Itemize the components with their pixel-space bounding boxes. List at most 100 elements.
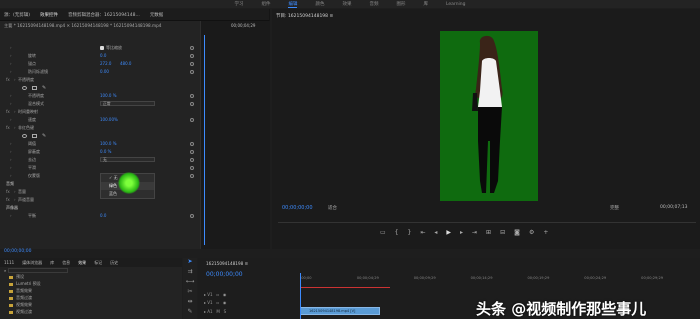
ellipse-mask-icon[interactable]	[22, 85, 27, 90]
expand-icon[interactable]: ›	[10, 165, 12, 170]
effect-param-value[interactable]: 100.0 %	[100, 93, 117, 98]
reset-param-icon[interactable]	[190, 69, 194, 74]
program-ruler[interactable]	[278, 215, 696, 223]
slip-tool-icon[interactable]: ⇹	[183, 298, 197, 308]
workspace-tab-2[interactable]: 编辑	[288, 1, 298, 8]
effects-folder[interactable]: 视频过渡	[0, 309, 182, 316]
effect-param-value-y[interactable]: 480.0	[120, 61, 131, 66]
rectangle-mask-icon[interactable]	[32, 133, 37, 138]
expand-icon[interactable]: ›	[10, 101, 12, 106]
expand-icon[interactable]: ›	[10, 117, 12, 122]
left-tab-2[interactable]: 音频剪辑混合器：16215094148...	[68, 12, 140, 18]
expand-icon[interactable]: ›	[10, 213, 12, 218]
reset-param-icon[interactable]	[190, 101, 194, 106]
fx-toggle-icon[interactable]: fx	[6, 189, 10, 194]
workspace-tab-3[interactable]: 颜色	[315, 1, 324, 7]
effect-param-value[interactable]: 0.0 %	[100, 149, 111, 154]
effects-folder[interactable]: Lumetri 预设	[0, 281, 182, 288]
expand-icon[interactable]: ›	[10, 173, 12, 178]
expand-icon[interactable]: ›	[14, 125, 16, 130]
fx-toggle-icon[interactable]: fx	[6, 77, 10, 82]
reset-param-icon[interactable]	[190, 45, 194, 50]
expand-icon[interactable]: ›	[10, 93, 12, 98]
effect-param-value[interactable]: 0.0	[100, 213, 106, 218]
fx-toggle-icon[interactable]: fx	[6, 125, 10, 130]
left-tab-1[interactable]: 效果控件	[40, 12, 58, 18]
reset-param-icon[interactable]	[190, 157, 194, 162]
timeline-playhead[interactable]	[300, 273, 301, 319]
overwrite-icon[interactable]: ⊟	[500, 229, 505, 236]
effects-search-input[interactable]	[8, 268, 69, 273]
reset-param-icon[interactable]	[190, 53, 194, 58]
reset-param-icon[interactable]	[190, 173, 194, 178]
fx-toggle-icon[interactable]: fx	[6, 197, 10, 202]
add-icon[interactable]: +	[543, 229, 548, 236]
zoom-select[interactable]: 适合	[328, 205, 337, 211]
reset-param-icon[interactable]	[190, 117, 194, 122]
effects-folder[interactable]: 音频效果	[0, 288, 182, 295]
project-tab-6[interactable]: 历史	[110, 260, 118, 266]
play-icon[interactable]: ▶	[446, 229, 451, 236]
left-tab-0[interactable]: 源：(无剪辑)	[4, 12, 30, 18]
timeline-tab[interactable]: 16215094148198 ≡	[206, 261, 248, 266]
effect-playhead[interactable]	[204, 35, 205, 245]
expand-icon[interactable]: ›	[10, 157, 12, 162]
expand-icon[interactable]: ›	[14, 189, 16, 194]
expand-icon[interactable]: ›	[10, 149, 12, 154]
marker-icon[interactable]: ▭	[380, 229, 386, 236]
fx-toggle-icon[interactable]: fx	[6, 109, 10, 114]
expand-icon[interactable]: ›	[14, 109, 16, 114]
timeline-clip[interactable]: 16215094148198.mp4 [V]	[300, 307, 380, 315]
left-tab-3[interactable]: 元数据	[150, 12, 164, 18]
reset-param-icon[interactable]	[190, 93, 194, 98]
workspace-tab-7[interactable]: 库	[423, 1, 428, 7]
effect-param-value[interactable]: 0.0	[100, 53, 106, 58]
insert-icon[interactable]: ⊞	[486, 229, 491, 236]
quality-select[interactable]: 完整	[610, 205, 619, 211]
step-back-icon[interactable]: ◂	[434, 229, 437, 236]
pen-mask-icon[interactable]: ✎	[42, 85, 46, 91]
workspace-tab-5[interactable]: 音频	[369, 1, 378, 7]
expand-icon[interactable]: ›	[10, 53, 12, 58]
razor-tool-icon[interactable]: ✂	[183, 288, 197, 298]
workspace-tab-8[interactable]: Learning	[446, 2, 466, 7]
go-to-in-icon[interactable]: ⇤	[420, 229, 425, 236]
go-to-out-icon[interactable]: ⇥	[472, 229, 477, 236]
settings-icon[interactable]: ⚙	[529, 229, 534, 236]
program-timecode[interactable]: 00;00;00;00	[282, 205, 313, 211]
mark-in-icon[interactable]: {	[395, 229, 399, 236]
project-tab-3[interactable]: 信息	[62, 260, 70, 266]
effect-mini-timeline[interactable]: 00;00;04;29	[200, 21, 270, 249]
expand-icon[interactable]: ›	[14, 77, 16, 82]
export-frame-icon[interactable]: ◙	[514, 229, 520, 236]
effect-param-value[interactable]: 100.00%	[100, 117, 118, 122]
expand-icon[interactable]: ›	[14, 197, 16, 202]
workspace-tab-4[interactable]: 效果	[342, 1, 351, 7]
timeline-timecode[interactable]: 00;00;00;00	[206, 271, 243, 278]
expand-icon[interactable]: ›	[10, 141, 12, 146]
reset-param-icon[interactable]	[190, 61, 194, 66]
track-v1-controls[interactable]: ▸ V1 ▫ ◉	[204, 292, 226, 297]
effects-folder[interactable]: 音频过渡	[0, 295, 182, 302]
effects-folder[interactable]: 预设	[0, 274, 182, 281]
project-tab-2[interactable]: 库	[50, 260, 54, 266]
project-tab-1[interactable]: 媒体浏览器	[22, 260, 42, 266]
reset-param-icon[interactable]	[190, 213, 194, 218]
expand-icon[interactable]: ›	[10, 45, 12, 50]
effect-param-value[interactable]: 272.0	[100, 61, 111, 66]
effect-param-value[interactable]: 100.0 %	[100, 141, 117, 146]
project-tab-4[interactable]: 效果	[78, 260, 86, 266]
workspace-tab-0[interactable]: 学习	[234, 1, 243, 7]
uniform-scale-checkbox[interactable]	[100, 45, 104, 50]
expand-icon[interactable]: ›	[10, 69, 12, 74]
effect-param-value[interactable]: 0.00	[100, 69, 109, 74]
effect-param-dropdown[interactable]: 正常	[100, 101, 155, 106]
effect-param-dropdown[interactable]: 无	[100, 157, 155, 162]
pen-tool-icon[interactable]: ✎	[183, 308, 197, 318]
reset-param-icon[interactable]	[190, 141, 194, 146]
step-forward-icon[interactable]: ▸	[460, 229, 463, 236]
mark-out-icon[interactable]: }	[408, 229, 412, 236]
workspace-tab-1[interactable]: 组件	[261, 1, 270, 7]
workspace-tab-6[interactable]: 图形	[396, 1, 405, 7]
reset-param-icon[interactable]	[190, 149, 194, 154]
